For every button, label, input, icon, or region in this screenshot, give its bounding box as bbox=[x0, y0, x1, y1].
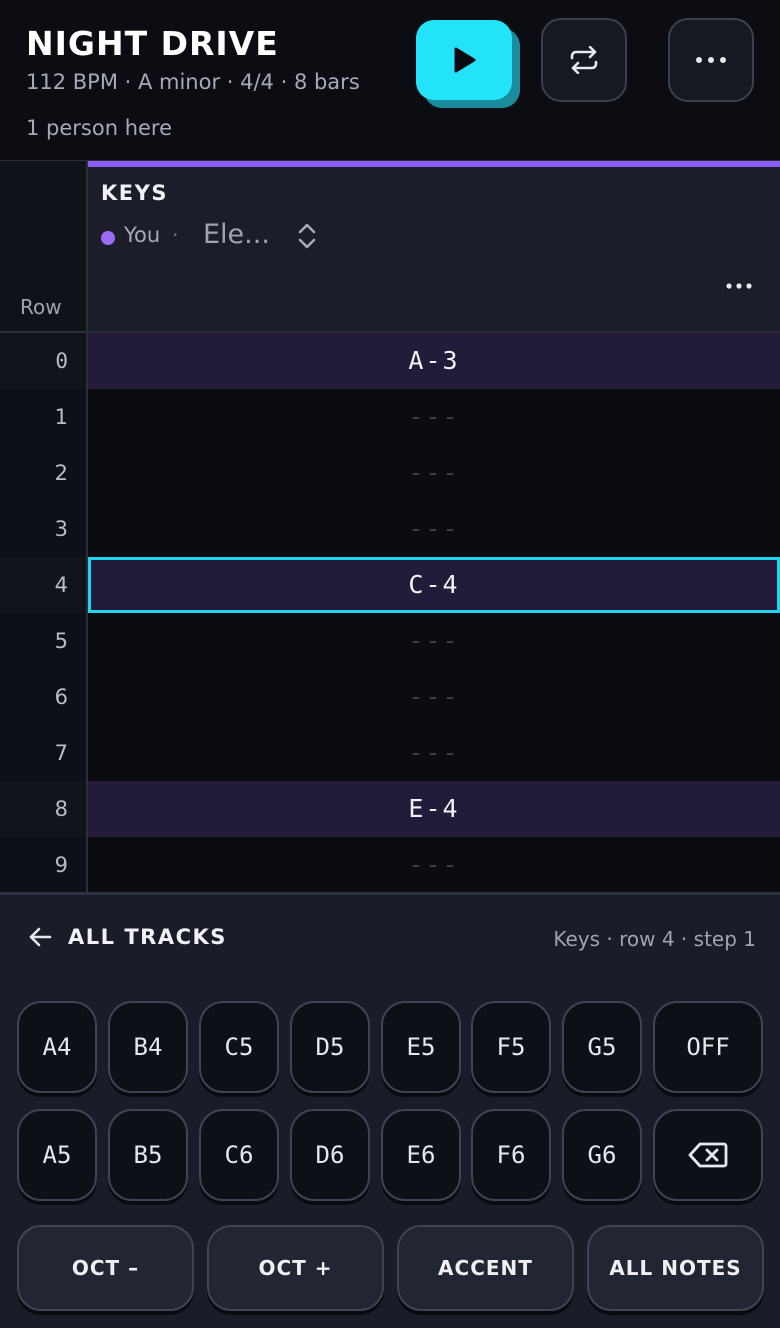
note-key[interactable]: E5 bbox=[381, 1001, 461, 1093]
play-icon bbox=[454, 47, 476, 73]
table-row: 2 --- bbox=[0, 445, 780, 501]
row-number: 4 bbox=[0, 557, 88, 613]
play-button[interactable] bbox=[416, 20, 512, 100]
song-meta: 112 BPM · A minor · 4/4 · 8 bars bbox=[26, 70, 360, 94]
row-number: 3 bbox=[0, 501, 88, 557]
table-row: 4 C-4 bbox=[0, 557, 780, 613]
song-menu-button[interactable] bbox=[668, 18, 754, 102]
row-column-header: Row bbox=[0, 161, 88, 331]
table-row: 7 --- bbox=[0, 725, 780, 781]
row-number: 6 bbox=[0, 669, 88, 725]
note-key[interactable]: F6 bbox=[471, 1109, 551, 1201]
octave-down-button[interactable]: OCT – bbox=[17, 1225, 194, 1311]
row-number: 2 bbox=[0, 445, 88, 501]
step-cell[interactable]: --- bbox=[88, 445, 780, 501]
loop-button[interactable] bbox=[541, 18, 627, 102]
row-number: 8 bbox=[0, 781, 88, 837]
step-cell[interactable]: --- bbox=[88, 613, 780, 669]
note-entry-panel: ALL TRACKS Keys · row 4 · step 1 A4 B4 C… bbox=[0, 895, 780, 1328]
all-notes-button[interactable]: ALL NOTES bbox=[587, 1225, 764, 1311]
track-header-keys[interactable]: KEYS You · Ele... bbox=[88, 161, 780, 331]
row-number: 1 bbox=[0, 389, 88, 445]
note-key[interactable]: D6 bbox=[290, 1109, 370, 1201]
note-key[interactable]: E6 bbox=[381, 1109, 461, 1201]
note-key[interactable]: A4 bbox=[17, 1001, 97, 1093]
step-cell[interactable]: --- bbox=[88, 669, 780, 725]
more-icon bbox=[696, 57, 726, 63]
note-key[interactable]: G5 bbox=[562, 1001, 642, 1093]
step-cell[interactable]: --- bbox=[88, 501, 780, 557]
table-row: 9 --- bbox=[0, 837, 780, 893]
cursor-position: Keys · row 4 · step 1 bbox=[553, 927, 756, 951]
octave-up-button[interactable]: OCT + bbox=[207, 1225, 384, 1311]
note-key[interactable]: C6 bbox=[199, 1109, 279, 1201]
table-row: 3 --- bbox=[0, 501, 780, 557]
all-tracks-label: ALL TRACKS bbox=[68, 925, 227, 949]
accent-button[interactable]: ACCENT bbox=[397, 1225, 574, 1311]
instrument-select[interactable]: Ele... bbox=[203, 219, 270, 250]
row-number: 7 bbox=[0, 725, 88, 781]
presence-indicator: 1 person here bbox=[26, 116, 173, 140]
row-number: 9 bbox=[0, 837, 88, 893]
track-name: KEYS bbox=[101, 181, 168, 205]
arrow-left-icon bbox=[29, 927, 52, 947]
song-header: NIGHT DRIVE 112 BPM · A minor · 4/4 · 8 … bbox=[0, 0, 780, 160]
note-key[interactable]: A5 bbox=[17, 1109, 97, 1201]
track-menu-icon[interactable] bbox=[726, 283, 752, 289]
step-cell[interactable]: --- bbox=[88, 725, 780, 781]
row-number: 0 bbox=[0, 333, 88, 389]
table-row: 5 --- bbox=[0, 613, 780, 669]
note-key[interactable]: B5 bbox=[108, 1109, 188, 1201]
note-key[interactable]: F5 bbox=[471, 1001, 551, 1093]
row-number: 5 bbox=[0, 613, 88, 669]
row-header-label: Row bbox=[20, 295, 62, 319]
step-cell[interactable]: E-4 bbox=[88, 781, 780, 837]
note-key[interactable]: G6 bbox=[562, 1109, 642, 1201]
step-cell[interactable]: --- bbox=[88, 389, 780, 445]
note-key[interactable]: C5 bbox=[199, 1001, 279, 1093]
track-owner: You bbox=[124, 223, 161, 247]
table-row: 8 E-4 bbox=[0, 781, 780, 837]
selected-step-cell[interactable]: C-4 bbox=[88, 557, 780, 613]
table-row: 6 --- bbox=[0, 669, 780, 725]
song-title: NIGHT DRIVE bbox=[26, 24, 279, 63]
backspace-button[interactable] bbox=[653, 1109, 763, 1201]
backspace-icon bbox=[688, 1142, 728, 1168]
all-tracks-button[interactable]: ALL TRACKS bbox=[28, 925, 227, 949]
step-cell[interactable]: --- bbox=[88, 837, 780, 893]
note-key[interactable]: D5 bbox=[290, 1001, 370, 1093]
owner-separator: · bbox=[172, 223, 179, 247]
owner-dot bbox=[101, 231, 115, 245]
chevron-updown-icon[interactable] bbox=[296, 221, 318, 251]
table-row: 0 A-3 bbox=[0, 333, 780, 389]
pattern-grid: Row KEYS You · Ele... 0 A-3 1 --- 2 --- bbox=[0, 160, 780, 894]
step-cell[interactable]: A-3 bbox=[88, 333, 780, 389]
loop-icon bbox=[570, 46, 598, 74]
pattern-rows: 0 A-3 1 --- 2 --- 3 --- 4 C-4 5 --- 6 --… bbox=[0, 333, 780, 893]
note-off-key[interactable]: OFF bbox=[653, 1001, 763, 1093]
table-row: 1 --- bbox=[0, 389, 780, 445]
note-key[interactable]: B4 bbox=[108, 1001, 188, 1093]
